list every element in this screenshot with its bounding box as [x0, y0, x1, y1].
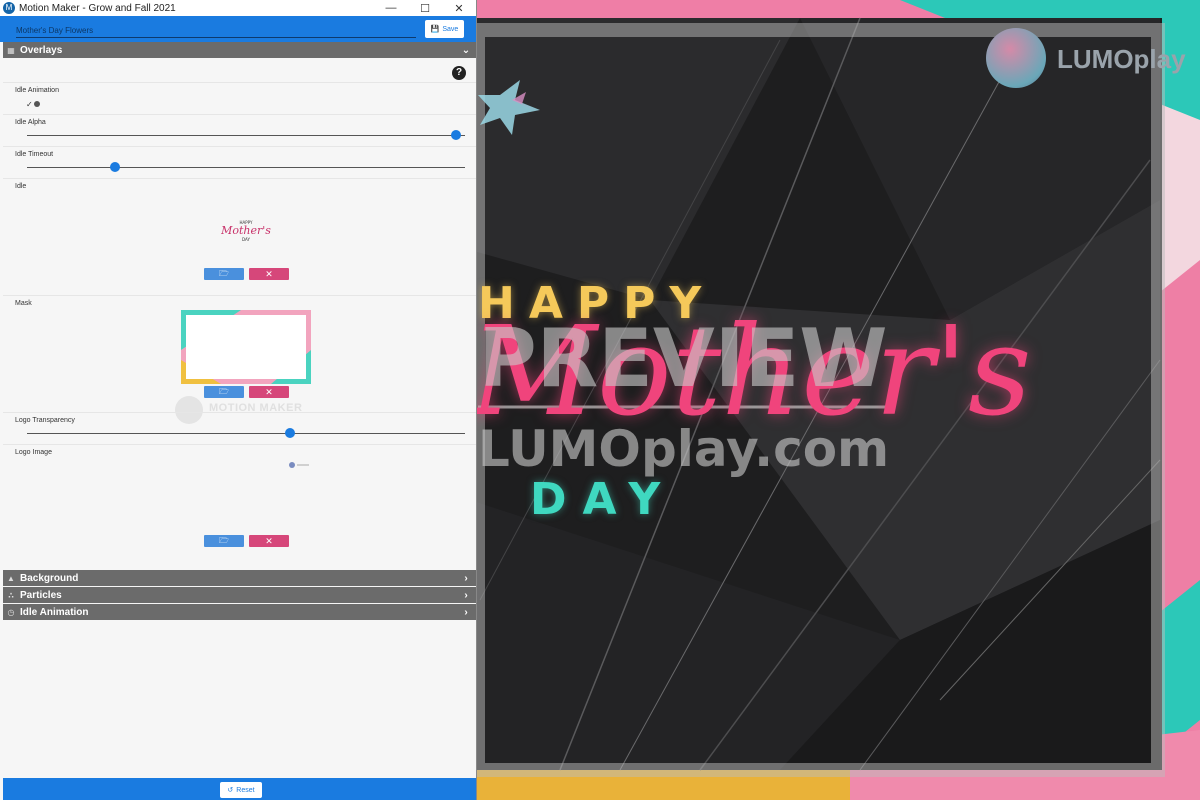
- close-icon: ✕: [265, 387, 273, 397]
- folder-icon: 🗁: [219, 536, 229, 545]
- divider: [3, 444, 476, 445]
- divider: [3, 178, 476, 179]
- close-window-button[interactable]: ✕: [442, 2, 476, 15]
- save-button[interactable]: 💾 Save: [425, 20, 464, 38]
- close-icon: ✕: [265, 536, 273, 546]
- window-title: Motion Maker - Grow and Fall 2021: [19, 2, 176, 14]
- idle-animation-toggle[interactable]: [34, 101, 40, 107]
- idle-timeout-label: Idle Timeout: [15, 151, 54, 158]
- preview-watermark-line2: LUMOplay.com: [478, 420, 890, 478]
- divider: [3, 146, 476, 147]
- idle-thumb-main: Mother's: [220, 224, 271, 237]
- bottom-toolbar: ↺ Reset: [3, 778, 476, 800]
- save-icon: 💾: [430, 26, 440, 33]
- idle-animation-label: Idle Animation: [15, 87, 59, 94]
- section-particles-header[interactable]: ∴ Particles ›: [3, 587, 476, 603]
- reset-button[interactable]: ↺ Reset: [220, 782, 262, 798]
- timer-icon: ◷: [7, 607, 15, 617]
- idle-browse-button[interactable]: 🗁: [204, 268, 244, 280]
- divider: [3, 82, 476, 83]
- section-idle-animation-label: Idle Animation: [20, 606, 89, 618]
- folder-icon: 🗁: [219, 387, 229, 396]
- help-icon[interactable]: ?: [452, 66, 466, 80]
- divider: [3, 114, 476, 115]
- checkmark-icon: ✓: [26, 100, 33, 109]
- chevron-right-icon: ›: [464, 606, 468, 618]
- divider: [3, 295, 476, 296]
- section-overlays-label: Overlays: [20, 44, 63, 56]
- logo-transparency-slider-thumb[interactable]: [284, 428, 295, 438]
- idle-label: Idle: [15, 183, 27, 190]
- logo-image-preview: [289, 462, 309, 468]
- overlays-panel: ? Idle Animation ✓ Idle Alpha Idle Timeo…: [3, 58, 476, 568]
- idle-alpha-slider-track[interactable]: [27, 130, 465, 140]
- title-bar: M Motion Maker - Grow and Fall 2021 — ☐ …: [0, 0, 476, 16]
- section-background-header[interactable]: ▲ Background ›: [3, 570, 476, 586]
- preview-watermark-line1: PREVIEW: [478, 312, 888, 405]
- idle-alpha-label: Idle Alpha: [15, 119, 46, 126]
- section-particles-label: Particles: [20, 589, 62, 601]
- particles-icon: ∴: [8, 590, 14, 600]
- mask-browse-button[interactable]: 🗁: [204, 386, 244, 398]
- top-toolbar: 💾 Save: [0, 16, 476, 42]
- motion-maker-watermark-icon: [175, 396, 203, 424]
- close-icon: ✕: [265, 269, 273, 279]
- minimize-button[interactable]: —: [374, 2, 408, 14]
- mask-label: Mask: [15, 300, 32, 307]
- idle-thumb-bottom: DAY: [242, 237, 250, 242]
- folder-icon: 🗁: [219, 269, 229, 278]
- logo-clear-button[interactable]: ✕: [249, 535, 289, 547]
- reset-label: Reset: [236, 786, 255, 794]
- idle-image-preview: HAPPY Mother's DAY: [206, 218, 286, 244]
- logo-transparency-slider-track[interactable]: [27, 428, 465, 438]
- chevron-down-icon: ⌄: [461, 44, 471, 56]
- reset-icon: ↺: [227, 787, 234, 794]
- idle-timeout-slider-thumb[interactable]: [109, 162, 120, 172]
- divider: [3, 412, 476, 413]
- section-idle-animation-header[interactable]: ◷ Idle Animation ›: [3, 604, 476, 620]
- mask-image-preview: [181, 310, 311, 384]
- chevron-right-icon: ›: [464, 572, 468, 584]
- project-name-input[interactable]: [16, 24, 416, 38]
- chevron-right-icon: ›: [464, 589, 468, 601]
- motion-maker-window: M Motion Maker - Grow and Fall 2021 — ☐ …: [0, 0, 477, 800]
- idle-timeout-slider-track[interactable]: [27, 162, 465, 172]
- maximize-button[interactable]: ☐: [408, 2, 442, 15]
- logo-image-label: Logo Image: [15, 449, 52, 456]
- logo-transparency-label: Logo Transparency: [15, 417, 75, 424]
- logo-browse-button[interactable]: 🗁: [204, 535, 244, 547]
- mask-clear-button[interactable]: ✕: [249, 386, 289, 398]
- image-icon: ▲: [7, 573, 15, 583]
- overlays-icon: ▦: [7, 45, 15, 55]
- lumoplay-logo-icon: [986, 28, 1046, 88]
- app-icon: M: [3, 2, 15, 14]
- section-background-label: Background: [20, 572, 79, 584]
- section-overlays-header[interactable]: ▦ Overlays ⌄: [3, 42, 476, 58]
- idle-alpha-slider-thumb[interactable]: [451, 130, 462, 140]
- lumoplay-brand-text: LUMOplay: [1057, 44, 1186, 74]
- save-label: Save: [442, 25, 459, 33]
- preview-day-text: DAY: [530, 474, 677, 525]
- idle-clear-button[interactable]: ✕: [249, 268, 289, 280]
